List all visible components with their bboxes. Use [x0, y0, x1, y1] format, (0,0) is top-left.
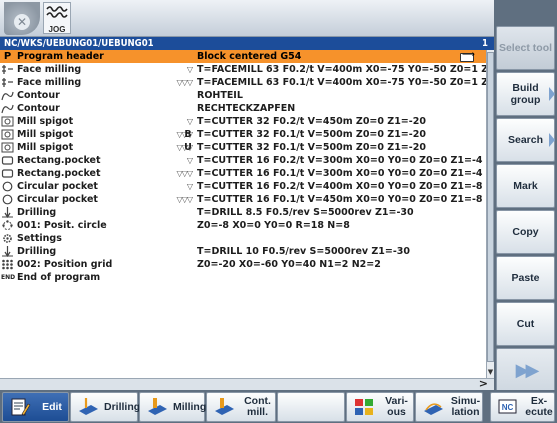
program-row[interactable]: Contour RECHTECKZAPFEN: [0, 102, 486, 115]
mill-spigot-icon: [1, 129, 14, 140]
program-row[interactable]: Circular pocket ▽▽▽ T=CUTTER 16 F0.1/t V…: [0, 193, 486, 206]
drilling-icon: [2, 246, 13, 257]
program-path-bar: NC/WKS/UEBUNG01/UEBUNG01 1: [0, 37, 494, 50]
milling-icon: [148, 398, 167, 415]
position-circle-icon: [2, 220, 13, 230]
machine-area-button[interactable]: ✕: [4, 2, 40, 35]
simulation-icon: [424, 403, 443, 415]
jog-mode-indicator: JOG: [43, 2, 71, 34]
program-row[interactable]: Rectang.pocket ▽ T=CUTTER 16 F0.2/t V=30…: [0, 154, 486, 167]
nc-execute-icon: NC: [498, 399, 517, 414]
face-milling-icon: [2, 78, 13, 87]
contour-milling-icon: [215, 398, 234, 415]
scroll-down-arrow-icon[interactable]: ▼: [487, 366, 494, 378]
drilling-icon: [79, 398, 98, 415]
circular-pocket-icon: [2, 181, 13, 192]
contour-icon: [1, 91, 14, 101]
empty-softkey[interactable]: [277, 392, 345, 422]
program-row[interactable]: Mill spigot ▽▽▽ U T=CUTTER 32 F0.1/t V=5…: [0, 141, 486, 154]
face-milling-icon: [2, 65, 13, 74]
circular-pocket-icon: [2, 194, 13, 205]
program-row[interactable]: Contour ROHTEIL: [0, 89, 486, 102]
program-row[interactable]: Drilling T=DRILL 8.5 F0.5/rev S=5000rev …: [0, 206, 486, 219]
program-row[interactable]: Face milling ▽ T=FACEMILL 63 F0.2/t V=40…: [0, 63, 509, 76]
program-row[interactable]: Mill spigot ▽▽▽ B T=CUTTER 32 F0.1/t V=5…: [0, 128, 486, 141]
rect-pocket-icon: [1, 156, 14, 165]
step-nav-bar: >: [0, 377, 494, 390]
sinumerik-screen: ✕ JOG NC/WKS/UEBUNG01/UEBUNG01 1 P Progr…: [0, 0, 557, 423]
milling-button[interactable]: Milling: [139, 392, 206, 422]
program-row[interactable]: END End of program: [0, 271, 486, 284]
copy-button[interactable]: Copy: [496, 210, 555, 254]
vertical-scrollbar[interactable]: ▼: [486, 50, 494, 378]
program-step-list: P Program header Block centered G54 Face…: [0, 50, 509, 378]
position-grid-icon: [2, 259, 13, 270]
mill-spigot-icon: [1, 142, 14, 153]
program-row[interactable]: Settings: [0, 232, 486, 245]
program-row[interactable]: Circular pocket ▽ T=CUTTER 16 F0.2/t V=4…: [0, 180, 486, 193]
drilling-icon: [2, 207, 13, 218]
header-bar: ✕ JOG: [0, 0, 494, 37]
end-icon: END: [1, 274, 16, 281]
cut-button[interactable]: Cut: [496, 302, 555, 346]
close-icon: ✕: [14, 14, 30, 30]
various-icon: [355, 399, 373, 415]
contour-milling-button[interactable]: Cont. mill.: [206, 392, 276, 422]
program-row[interactable]: 002: Position grid Z0=-20 X0=-60 Y0=40 N…: [0, 258, 486, 271]
jog-wave-icon: [46, 6, 68, 18]
execute-button[interactable]: NC Ex-ecute: [490, 392, 555, 422]
edit-arrow-icon[interactable]: [460, 50, 475, 62]
channel-number: 1: [482, 38, 488, 49]
rect-pocket-icon: [1, 169, 14, 178]
fast-forward-icon: ▶▶: [515, 359, 540, 381]
mark-button[interactable]: Mark: [496, 164, 555, 208]
select-tool-button[interactable]: Select tool: [496, 26, 555, 70]
program-row[interactable]: Face milling ▽▽▽ T=FACEMILL 63 F0.1/t V=…: [0, 76, 509, 89]
vertical-softkey-bar: Select tool Build group Search Mark Copy…: [494, 0, 557, 392]
build-group-button[interactable]: Build group: [496, 72, 555, 116]
program-row[interactable]: Mill spigot ▽ T=CUTTER 32 F0.2/t V=450m …: [0, 115, 486, 128]
contour-icon: [1, 104, 14, 114]
paste-button[interactable]: Paste: [496, 256, 555, 300]
nc-label: NC: [502, 403, 514, 412]
scrollbar-thumb[interactable]: [487, 52, 494, 362]
program-path: NC/WKS/UEBUNG01/UEBUNG01: [4, 38, 154, 49]
program-header-icon: P: [3, 51, 12, 62]
scroll-right-icon[interactable]: >: [479, 377, 488, 390]
simulation-button[interactable]: Simu-lation: [415, 392, 483, 422]
mill-spigot-icon: [1, 116, 14, 127]
various-button[interactable]: Vari-ous: [346, 392, 414, 422]
program-row-header[interactable]: P Program header Block centered G54: [0, 50, 486, 63]
program-row[interactable]: Rectang.pocket ▽▽▽ T=CUTTER 16 F0.1/t V=…: [0, 167, 486, 180]
settings-icon: [3, 234, 12, 243]
program-row[interactable]: 001: Posit. circle Z0=-8 X0=0 Y0=0 R=18 …: [0, 219, 486, 232]
search-button[interactable]: Search: [496, 118, 555, 162]
drilling-button[interactable]: Drilling: [70, 392, 140, 422]
more-softkeys-button[interactable]: ▶▶: [496, 348, 555, 392]
horizontal-softkey-bar: Edit Drilling Milling Cont. mill. Vari-o…: [0, 390, 557, 423]
edit-icon: [11, 398, 31, 416]
program-row[interactable]: Drilling T=DRILL 10 F0.5/rev S=5000rev Z…: [0, 245, 486, 258]
edit-button[interactable]: Edit: [2, 392, 69, 422]
jog-label: JOG: [48, 25, 66, 34]
